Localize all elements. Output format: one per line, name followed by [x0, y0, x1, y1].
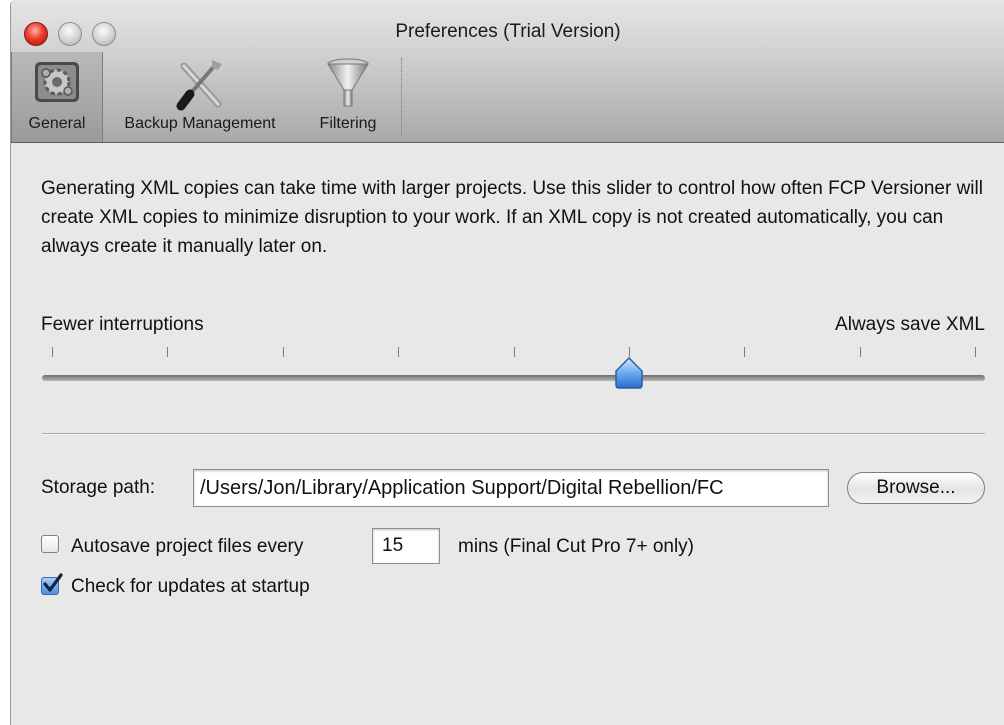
tab-filtering-label: Filtering	[319, 115, 377, 132]
xml-frequency-slider[interactable]	[42, 375, 985, 381]
slider-tick	[52, 347, 53, 357]
funnel-icon	[324, 56, 372, 115]
storage-path-field[interactable]: /Users/Jon/Library/Application Support/D…	[193, 469, 829, 507]
autosave-minutes-field[interactable]: 15	[372, 528, 440, 564]
autosave-checkbox[interactable]	[41, 535, 59, 553]
tab-general[interactable]: General	[11, 52, 103, 142]
check-updates-label: Check for updates at startup	[71, 576, 310, 597]
slider-tick	[283, 347, 284, 357]
preferences-window: Preferences (Trial Version) General Back…	[10, 0, 1004, 725]
description-text: Generating XML copies can take time with…	[41, 178, 983, 257]
slider-max-label: Always save XML	[835, 314, 985, 335]
tab-backup-management[interactable]: Backup Management	[104, 52, 296, 142]
toolbar-separator	[401, 58, 402, 136]
slider-tick	[398, 347, 399, 357]
autosave-suffix-label: mins (Final Cut Pro 7+ only)	[458, 536, 694, 557]
storage-path-label: Storage path:	[41, 477, 156, 498]
tab-backup-management-label: Backup Management	[124, 115, 276, 132]
gear-icon	[31, 56, 83, 113]
tab-filtering[interactable]: Filtering	[303, 52, 393, 142]
slider-tick	[514, 347, 515, 357]
browse-button[interactable]: Browse...	[847, 472, 985, 504]
autosave-label: Autosave project files every	[71, 536, 304, 557]
window-title: Preferences (Trial Version)	[395, 21, 621, 42]
slider-tick	[744, 347, 745, 357]
check-updates-checkbox[interactable]	[41, 573, 63, 595]
titlebar-toolbar: Preferences (Trial Version) General Back…	[11, 0, 1004, 143]
slider-min-label: Fewer interruptions	[41, 314, 204, 335]
tools-icon	[172, 56, 228, 117]
divider	[42, 433, 985, 435]
slider-tick	[860, 347, 861, 357]
slider-knob[interactable]	[611, 355, 647, 391]
tab-general-label: General	[28, 115, 86, 132]
slider-tick	[975, 347, 976, 357]
slider-tick	[167, 347, 168, 357]
